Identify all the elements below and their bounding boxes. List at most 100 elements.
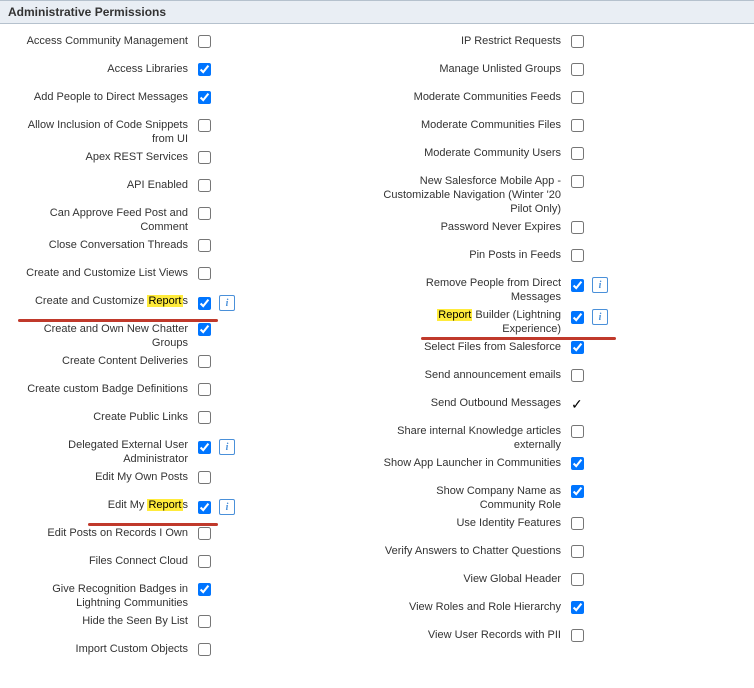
perm-label: Close Conversation Threads [8,238,198,252]
perm-checkbox-verify-answers[interactable] [571,545,584,558]
perm-checkbox-hide-seen-by[interactable] [198,615,211,628]
perm-checkbox-new-mobile-app[interactable] [571,175,584,188]
perm-checkbox-moderate-files[interactable] [571,119,584,132]
perm-checkbox-manage-unlisted-groups[interactable] [571,63,584,76]
perm-row: Access Community Management [8,32,373,60]
info-icon[interactable]: i [592,309,608,325]
perm-checkbox-view-roles[interactable] [571,601,584,614]
perm-checkbox-files-connect[interactable] [198,555,211,568]
perm-label: Remove People from Direct Messages [381,276,571,304]
perm-label: Create and Customize List Views [8,266,198,280]
info-icon[interactable]: i [219,295,235,311]
perm-checkbox-public-links[interactable] [198,411,211,424]
perm-checkbox-select-files-sf[interactable] [571,341,584,354]
perm-checkbox-edit-own-posts[interactable] [198,471,211,484]
perm-label: Add People to Direct Messages [8,90,198,104]
section-title: Administrative Permissions [8,5,166,19]
perm-checkbox-edit-my-reports[interactable] [198,501,211,514]
perm-row: Share internal Knowledge articles extern… [381,422,746,454]
info-icon[interactable]: i [219,439,235,455]
perm-label: Create Content Deliveries [8,354,198,368]
perm-checkbox-show-company-name[interactable] [571,485,584,498]
perm-row: Pin Posts in Feeds [381,246,746,274]
perm-row: Add People to Direct Messages [8,88,373,116]
perm-checkbox-approve-feed-post[interactable] [198,207,211,220]
perm-checkbox-add-people-dm[interactable] [198,91,211,104]
perm-checkbox-share-knowledge[interactable] [571,425,584,438]
perm-row: Password Never Expires [381,218,746,246]
perm-row: Create Public Links [8,408,373,436]
perm-row: Select Files from Salesforce [381,338,746,366]
perm-row: Hide the Seen By List [8,612,373,640]
perm-checkbox-access-community-management[interactable] [198,35,211,48]
perm-row: Create and Customize Reports i [8,292,373,320]
info-icon[interactable]: i [219,499,235,515]
perm-label: Import Custom Objects [8,642,198,656]
perm-row: Create Content Deliveries [8,352,373,380]
perm-label: Report Builder (Lightning Experience) [381,308,571,336]
perm-checkbox-create-list-views[interactable] [198,267,211,280]
perm-label: Select Files from Salesforce [381,340,571,354]
perm-row: Access Libraries [8,60,373,88]
perm-checkbox-content-deliveries[interactable] [198,355,211,368]
perm-checkbox-apex-rest[interactable] [198,151,211,164]
highlight: Report [147,295,182,307]
perm-checkbox-remove-people-dm[interactable] [571,279,584,292]
perm-row: Use Identity Features [381,514,746,542]
highlight: Report [147,499,182,511]
perm-row: Create and Own New Chatter Groups [8,320,373,352]
info-icon[interactable]: i [592,277,608,293]
perm-checkbox-password-never-expires[interactable] [571,221,584,234]
perm-label: Verify Answers to Chatter Questions [381,544,571,558]
perm-checkbox-moderate-users[interactable] [571,147,584,160]
perm-row: Allow Inclusion of Code Snippets from UI [8,116,373,148]
perm-row: View Roles and Role Hierarchy [381,598,746,626]
perm-checkbox-allow-code-snippets[interactable] [198,119,211,132]
perm-row: IP Restrict Requests [381,32,746,60]
perm-row: Manage Unlisted Groups [381,60,746,88]
lock-icon: ✓ [571,397,583,411]
perm-row: Report Builder (Lightning Experience) i [381,306,746,338]
perm-label: View Roles and Role Hierarchy [381,600,571,614]
perm-checkbox-create-chatter-groups[interactable] [198,323,211,336]
perm-checkbox-send-announcement[interactable] [571,369,584,382]
perm-checkbox-access-libraries[interactable] [198,63,211,76]
perm-checkbox-custom-badge[interactable] [198,383,211,396]
section-header: Administrative Permissions [0,0,754,24]
perm-label: Create custom Badge Definitions [8,382,198,396]
perm-checkbox-delegated-ext-user-admin[interactable] [198,441,211,454]
perm-label: Access Community Management [8,34,198,48]
perm-row: Give Recognition Badges in Lightning Com… [8,580,373,612]
perm-checkbox-edit-posts-records[interactable] [198,527,211,540]
perm-checkbox-use-identity[interactable] [571,517,584,530]
perm-label: Share internal Knowledge articles extern… [381,424,571,452]
perm-checkbox-view-user-pii[interactable] [571,629,584,642]
perm-label: New Salesforce Mobile App - Customizable… [381,174,571,216]
perm-checkbox-import-custom-objects[interactable] [198,643,211,656]
perm-checkbox-recognition-badges[interactable] [198,583,211,596]
perm-row: Delegated External User Administrator i [8,436,373,468]
perm-checkbox-moderate-feeds[interactable] [571,91,584,104]
perm-label: Create and Own New Chatter Groups [8,322,198,350]
perm-row: Show App Launcher in Communities [381,454,746,482]
perm-checkbox-report-builder[interactable] [571,311,584,324]
perm-row: API Enabled [8,176,373,204]
perm-checkbox-ip-restrict[interactable] [571,35,584,48]
perm-label: Delegated External User Administrator [8,438,198,466]
perm-row: New Salesforce Mobile App - Customizable… [381,172,746,218]
perm-checkbox-close-threads[interactable] [198,239,211,252]
perm-label: Edit My Reports [8,498,198,512]
perm-checkbox-show-app-launcher[interactable] [571,457,584,470]
perm-checkbox-view-global-header[interactable] [571,573,584,586]
perm-row: Moderate Communities Files [381,116,746,144]
perm-row: Edit Posts on Records I Own [8,524,373,552]
perm-row: Close Conversation Threads [8,236,373,264]
highlight: Report [437,309,472,321]
perm-label: Send announcement emails [381,368,571,382]
perm-checkbox-api-enabled[interactable] [198,179,211,192]
perm-checkbox-pin-posts[interactable] [571,249,584,262]
perm-label: Send Outbound Messages [381,396,571,410]
perm-row: Edit My Own Posts [8,468,373,496]
perm-label: Create Public Links [8,410,198,424]
perm-checkbox-create-customize-reports[interactable] [198,297,211,310]
